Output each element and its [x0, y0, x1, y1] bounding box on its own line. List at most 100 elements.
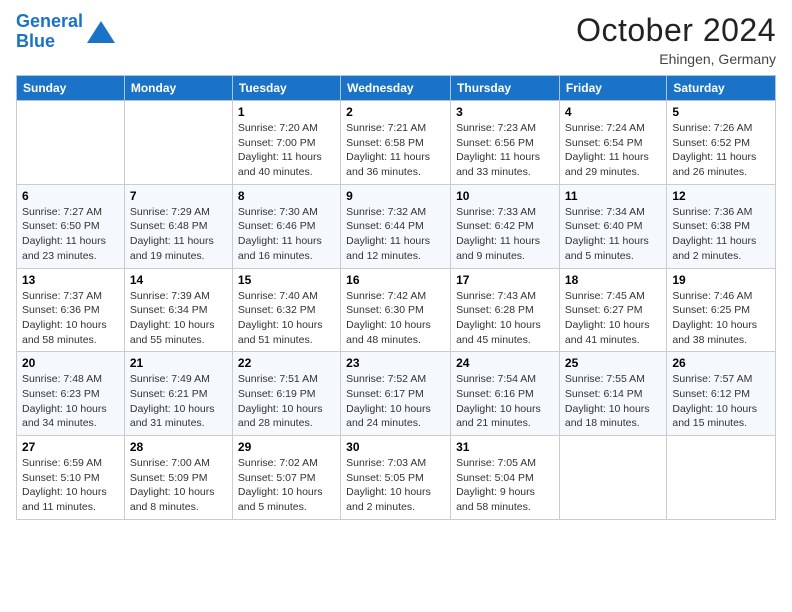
col-header-sunday: Sunday	[17, 76, 125, 101]
calendar-header-row: SundayMondayTuesdayWednesdayThursdayFrid…	[17, 76, 776, 101]
day-number: 27	[22, 440, 119, 454]
calendar-cell: 9Sunrise: 7:32 AMSunset: 6:44 PMDaylight…	[341, 184, 451, 268]
day-number: 23	[346, 356, 445, 370]
col-header-wednesday: Wednesday	[341, 76, 451, 101]
day-info: Sunrise: 7:55 AMSunset: 6:14 PMDaylight:…	[565, 372, 661, 431]
calendar-cell: 8 Sunrise: 7:30 AMSunset: 6:46 PMDaylight…	[232, 184, 340, 268]
day-number: 22	[238, 356, 335, 370]
calendar-cell: 7Sunrise: 7:29 AMSunset: 6:48 PMDaylight…	[124, 184, 232, 268]
day-number: 20	[22, 356, 119, 370]
day-number: 8	[238, 189, 335, 203]
day-info: Sunrise: 7:27 AMSunset: 6:50 PMDaylight:…	[22, 205, 119, 264]
day-number: 4	[565, 105, 661, 119]
calendar-cell: 6 Sunrise: 7:27 AMSunset: 6:50 PMDaylight…	[17, 184, 125, 268]
calendar-week-row: 20 Sunrise: 7:48 AMSunset: 6:23 PMDayligh…	[17, 352, 776, 436]
day-info: Sunrise: 7:51 AMSunset: 6:19 PMDaylight:…	[238, 372, 335, 431]
calendar-cell: 23 Sunrise: 7:52 AMSunset: 6:17 PMDayligh…	[341, 352, 451, 436]
day-info: Sunrise: 7:37 AMSunset: 6:36 PMDaylight:…	[22, 289, 119, 348]
calendar-cell: 10Sunrise: 7:33 AMSunset: 6:42 PMDayligh…	[451, 184, 560, 268]
day-info: Sunrise: 7:45 AMSunset: 6:27 PMDaylight:…	[565, 289, 661, 348]
month-title: October 2024	[576, 12, 776, 49]
day-number: 15	[238, 273, 335, 287]
day-number: 3	[456, 105, 554, 119]
calendar-week-row: 1 Sunrise: 7:20 AMSunset: 7:00 PMDaylight…	[17, 101, 776, 185]
logo-text: General Blue	[16, 12, 83, 52]
day-info: Sunrise: 7:24 AMSunset: 6:54 PMDaylight:…	[565, 121, 661, 180]
day-info: Sunrise: 7:40 AMSunset: 6:32 PMDaylight:…	[238, 289, 335, 348]
calendar-cell: 24 Sunrise: 7:54 AMSunset: 6:16 PMDayligh…	[451, 352, 560, 436]
day-number: 25	[565, 356, 661, 370]
day-info: Sunrise: 7:02 AMSunset: 5:07 PMDaylight:…	[238, 456, 335, 515]
calendar-cell: 30Sunrise: 7:03 AMSunset: 5:05 PMDayligh…	[341, 436, 451, 520]
day-info: Sunrise: 7:52 AMSunset: 6:17 PMDaylight:…	[346, 372, 445, 431]
logo: General Blue	[16, 12, 115, 52]
day-info: Sunrise: 7:49 AMSunset: 6:21 PMDaylight:…	[130, 372, 227, 431]
day-number: 9	[346, 189, 445, 203]
day-number: 5	[672, 105, 770, 119]
day-info: Sunrise: 7:05 AMSunset: 5:04 PMDaylight:…	[456, 456, 554, 515]
day-info: Sunrise: 7:46 AMSunset: 6:25 PMDaylight:…	[672, 289, 770, 348]
day-info: Sunrise: 7:54 AMSunset: 6:16 PMDaylight:…	[456, 372, 554, 431]
day-number: 17	[456, 273, 554, 287]
day-info: Sunrise: 7:34 AMSunset: 6:40 PMDaylight:…	[565, 205, 661, 264]
day-number: 21	[130, 356, 227, 370]
day-info: Sunrise: 7:39 AMSunset: 6:34 PMDaylight:…	[130, 289, 227, 348]
col-header-friday: Friday	[559, 76, 666, 101]
day-number: 1	[238, 105, 335, 119]
calendar-cell: 19Sunrise: 7:46 AMSunset: 6:25 PMDayligh…	[667, 268, 776, 352]
day-info: Sunrise: 6:59 AMSunset: 5:10 PMDaylight:…	[22, 456, 119, 515]
day-number: 29	[238, 440, 335, 454]
day-number: 6	[22, 189, 119, 203]
calendar-cell: 11 Sunrise: 7:34 AMSunset: 6:40 PMDayligh…	[559, 184, 666, 268]
col-header-tuesday: Tuesday	[232, 76, 340, 101]
day-info: Sunrise: 7:42 AMSunset: 6:30 PMDaylight:…	[346, 289, 445, 348]
calendar-cell: 20 Sunrise: 7:48 AMSunset: 6:23 PMDayligh…	[17, 352, 125, 436]
calendar-cell: 21 Sunrise: 7:49 AMSunset: 6:21 PMDayligh…	[124, 352, 232, 436]
day-info: Sunrise: 7:30 AMSunset: 6:46 PMDaylight:…	[238, 205, 335, 264]
col-header-saturday: Saturday	[667, 76, 776, 101]
calendar-table: SundayMondayTuesdayWednesdayThursdayFrid…	[16, 75, 776, 520]
calendar-cell: 2Sunrise: 7:21 AMSunset: 6:58 PMDaylight…	[341, 101, 451, 185]
calendar-week-row: 13 Sunrise: 7:37 AMSunset: 6:36 PMDayligh…	[17, 268, 776, 352]
day-number: 16	[346, 273, 445, 287]
calendar-cell: 17 Sunrise: 7:43 AMSunset: 6:28 PMDayligh…	[451, 268, 560, 352]
day-info: Sunrise: 7:20 AMSunset: 7:00 PMDaylight:…	[238, 121, 335, 180]
day-number: 31	[456, 440, 554, 454]
day-info: Sunrise: 7:48 AMSunset: 6:23 PMDaylight:…	[22, 372, 119, 431]
day-number: 13	[22, 273, 119, 287]
calendar-cell: 27 Sunrise: 6:59 AMSunset: 5:10 PMDayligh…	[17, 436, 125, 520]
calendar-cell: 5 Sunrise: 7:26 AMSunset: 6:52 PMDaylight…	[667, 101, 776, 185]
calendar-cell: 26 Sunrise: 7:57 AMSunset: 6:12 PMDayligh…	[667, 352, 776, 436]
calendar-cell: 25 Sunrise: 7:55 AMSunset: 6:14 PMDayligh…	[559, 352, 666, 436]
day-number: 28	[130, 440, 227, 454]
calendar-cell: 18 Sunrise: 7:45 AMSunset: 6:27 PMDayligh…	[559, 268, 666, 352]
calendar-cell	[559, 436, 666, 520]
calendar-cell: 16 Sunrise: 7:42 AMSunset: 6:30 PMDayligh…	[341, 268, 451, 352]
logo-blue: Blue	[16, 31, 55, 51]
header: General Blue October 2024 Ehingen, Germa…	[16, 12, 776, 67]
day-info: Sunrise: 7:43 AMSunset: 6:28 PMDaylight:…	[456, 289, 554, 348]
day-number: 18	[565, 273, 661, 287]
day-number: 10	[456, 189, 554, 203]
day-info: Sunrise: 7:23 AMSunset: 6:56 PMDaylight:…	[456, 121, 554, 180]
calendar-cell: 31 Sunrise: 7:05 AMSunset: 5:04 PMDayligh…	[451, 436, 560, 520]
calendar-week-row: 6 Sunrise: 7:27 AMSunset: 6:50 PMDaylight…	[17, 184, 776, 268]
day-number: 24	[456, 356, 554, 370]
day-number: 7	[130, 189, 227, 203]
location-subtitle: Ehingen, Germany	[576, 51, 776, 67]
day-number: 26	[672, 356, 770, 370]
day-number: 30	[346, 440, 445, 454]
col-header-thursday: Thursday	[451, 76, 560, 101]
calendar-cell: 14 Sunrise: 7:39 AMSunset: 6:34 PMDayligh…	[124, 268, 232, 352]
calendar-cell: 3 Sunrise: 7:23 AMSunset: 6:56 PMDaylight…	[451, 101, 560, 185]
day-number: 14	[130, 273, 227, 287]
calendar-week-row: 27 Sunrise: 6:59 AMSunset: 5:10 PMDayligh…	[17, 436, 776, 520]
day-info: Sunrise: 7:57 AMSunset: 6:12 PMDaylight:…	[672, 372, 770, 431]
day-info: Sunrise: 7:26 AMSunset: 6:52 PMDaylight:…	[672, 121, 770, 180]
calendar-cell: 4 Sunrise: 7:24 AMSunset: 6:54 PMDaylight…	[559, 101, 666, 185]
calendar-cell: 29 Sunrise: 7:02 AMSunset: 5:07 PMDayligh…	[232, 436, 340, 520]
calendar-cell: 28Sunrise: 7:00 AMSunset: 5:09 PMDayligh…	[124, 436, 232, 520]
calendar-cell: 13 Sunrise: 7:37 AMSunset: 6:36 PMDayligh…	[17, 268, 125, 352]
calendar-cell: 12Sunrise: 7:36 AMSunset: 6:38 PMDayligh…	[667, 184, 776, 268]
day-number: 11	[565, 189, 661, 203]
